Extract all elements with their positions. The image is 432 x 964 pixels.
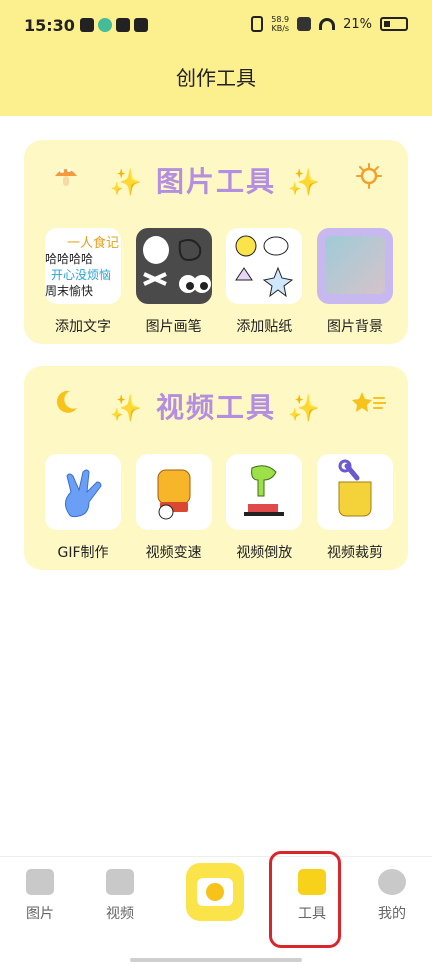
tool-label: 添加文字 bbox=[55, 319, 111, 335]
thumb-text: 开心没烦恼 bbox=[51, 268, 112, 282]
app-notification-icon bbox=[80, 18, 94, 32]
nav-item-profile[interactable]: 我的 bbox=[362, 869, 422, 923]
speed-value: 58.9 bbox=[271, 15, 290, 24]
nav-item-images[interactable]: 图片 bbox=[10, 869, 70, 923]
thumb-text: 周末愉快 bbox=[45, 284, 94, 298]
profile-icon bbox=[378, 869, 406, 895]
tool-add-sticker[interactable]: 添加贴纸 bbox=[225, 228, 303, 336]
tool-label: 添加贴纸 bbox=[236, 319, 293, 335]
speed-unit: KB/s bbox=[271, 24, 290, 33]
sun-icon bbox=[356, 163, 382, 189]
video-tools-header: ✨ 视频工具 ✨ bbox=[24, 380, 408, 428]
tool-label: 视频倒放 bbox=[236, 545, 293, 561]
screen: 15:30 58.9 KB/s 21% 创作工具 ✨ 图片工具 ✨ 一人食记 哈… bbox=[0, 0, 432, 964]
camera-button[interactable] bbox=[186, 863, 244, 921]
tool-label: 图片画笔 bbox=[145, 319, 202, 335]
sparkle-icon: ✨ bbox=[287, 168, 323, 198]
sparkle-icon: ✨ bbox=[287, 394, 323, 424]
image-tools-header: ✨ 图片工具 ✨ bbox=[24, 154, 408, 202]
image-tools-title-text: 图片工具 bbox=[155, 165, 276, 198]
tool-label: 视频裁剪 bbox=[326, 545, 383, 561]
video-tools-list: GIF制作 视频变速 视频倒放 视频裁剪 bbox=[44, 454, 394, 562]
system-icons: 58.9 KB/s 21% bbox=[251, 15, 408, 33]
status-time: 15:30 bbox=[24, 16, 75, 35]
video-tools-card: ✨ 视频工具 ✨ GIF制作 视频变速 视频倒放 视频裁剪 bbox=[24, 366, 408, 570]
tool-image-brush[interactable]: 图片画笔 bbox=[135, 228, 213, 336]
battery-icon bbox=[380, 17, 408, 31]
network-speed: 58.9 KB/s bbox=[271, 15, 289, 33]
battery-percent: 21% bbox=[343, 16, 372, 32]
tool-video-speed[interactable]: 视频变速 bbox=[135, 454, 213, 562]
brush-icon bbox=[135, 228, 212, 304]
status-bar: 15:30 58.9 KB/s 21% bbox=[0, 0, 432, 52]
sticker-icon bbox=[226, 228, 303, 304]
app-notification-icon bbox=[98, 18, 112, 32]
sim-icon bbox=[297, 17, 312, 31]
mail-icon bbox=[116, 18, 130, 32]
speed-icon bbox=[135, 454, 212, 530]
nav-label: 我的 bbox=[378, 906, 406, 922]
sparkle-icon: ✨ bbox=[109, 168, 145, 198]
sparkle-icon: ✨ bbox=[109, 394, 145, 424]
image-tools-card: ✨ 图片工具 ✨ 一人食记 哈哈哈哈 开心没烦恼 周末愉快 添加文字 图片画笔 … bbox=[24, 140, 408, 344]
notification-icons bbox=[80, 18, 148, 32]
page-title: 创作工具 bbox=[176, 66, 256, 90]
tool-label: GIF制作 bbox=[57, 545, 109, 561]
tiktok-icon bbox=[134, 18, 148, 32]
text-icon: 一人食记 哈哈哈哈 开心没烦恼 周末愉快 bbox=[45, 228, 121, 304]
tool-video-reverse[interactable]: 视频倒放 bbox=[225, 454, 303, 562]
video-tools-title-text: 视频工具 bbox=[155, 391, 276, 424]
reverse-icon bbox=[226, 454, 303, 530]
gif-icon bbox=[45, 454, 121, 530]
thumb-text: 哈哈哈哈 bbox=[45, 252, 94, 266]
nav-label: 图片 bbox=[26, 906, 54, 922]
tool-label: 视频变速 bbox=[145, 545, 202, 561]
bottom-nav: 图片 视频 工具 我的 bbox=[0, 856, 432, 964]
image-tools-title: ✨ 图片工具 ✨ bbox=[24, 160, 408, 200]
tool-video-crop[interactable]: 视频裁剪 bbox=[316, 454, 394, 562]
tool-image-background[interactable]: 图片背景 bbox=[316, 228, 394, 336]
tool-label: 图片背景 bbox=[326, 319, 383, 335]
tool-gif-maker[interactable]: GIF制作 bbox=[44, 454, 122, 562]
wifi-icon bbox=[319, 18, 336, 30]
video-tools-title: ✨ 视频工具 ✨ bbox=[24, 386, 408, 426]
nav-item-videos[interactable]: 视频 bbox=[90, 869, 150, 923]
shooting-star-icon bbox=[352, 392, 386, 412]
header-area: 15:30 58.9 KB/s 21% 创作工具 bbox=[0, 0, 432, 116]
nav-label: 视频 bbox=[106, 906, 134, 922]
vibrate-icon bbox=[251, 16, 264, 32]
photo-thumbnail bbox=[324, 236, 385, 294]
background-icon bbox=[316, 228, 393, 304]
thumb-text: 一人食记 bbox=[67, 236, 120, 251]
camera-icon bbox=[197, 878, 233, 906]
tool-add-text[interactable]: 一人食记 哈哈哈哈 开心没烦恼 周末愉快 添加文字 bbox=[44, 228, 122, 336]
home-indicator[interactable] bbox=[130, 958, 302, 962]
image-icon bbox=[26, 869, 54, 895]
image-tools-list: 一人食记 哈哈哈哈 开心没烦恼 周末愉快 添加文字 图片画笔 添加贴纸 图片背景 bbox=[44, 228, 394, 336]
video-camera-icon bbox=[106, 869, 134, 895]
crop-icon bbox=[316, 454, 393, 530]
highlight-box bbox=[269, 851, 341, 948]
